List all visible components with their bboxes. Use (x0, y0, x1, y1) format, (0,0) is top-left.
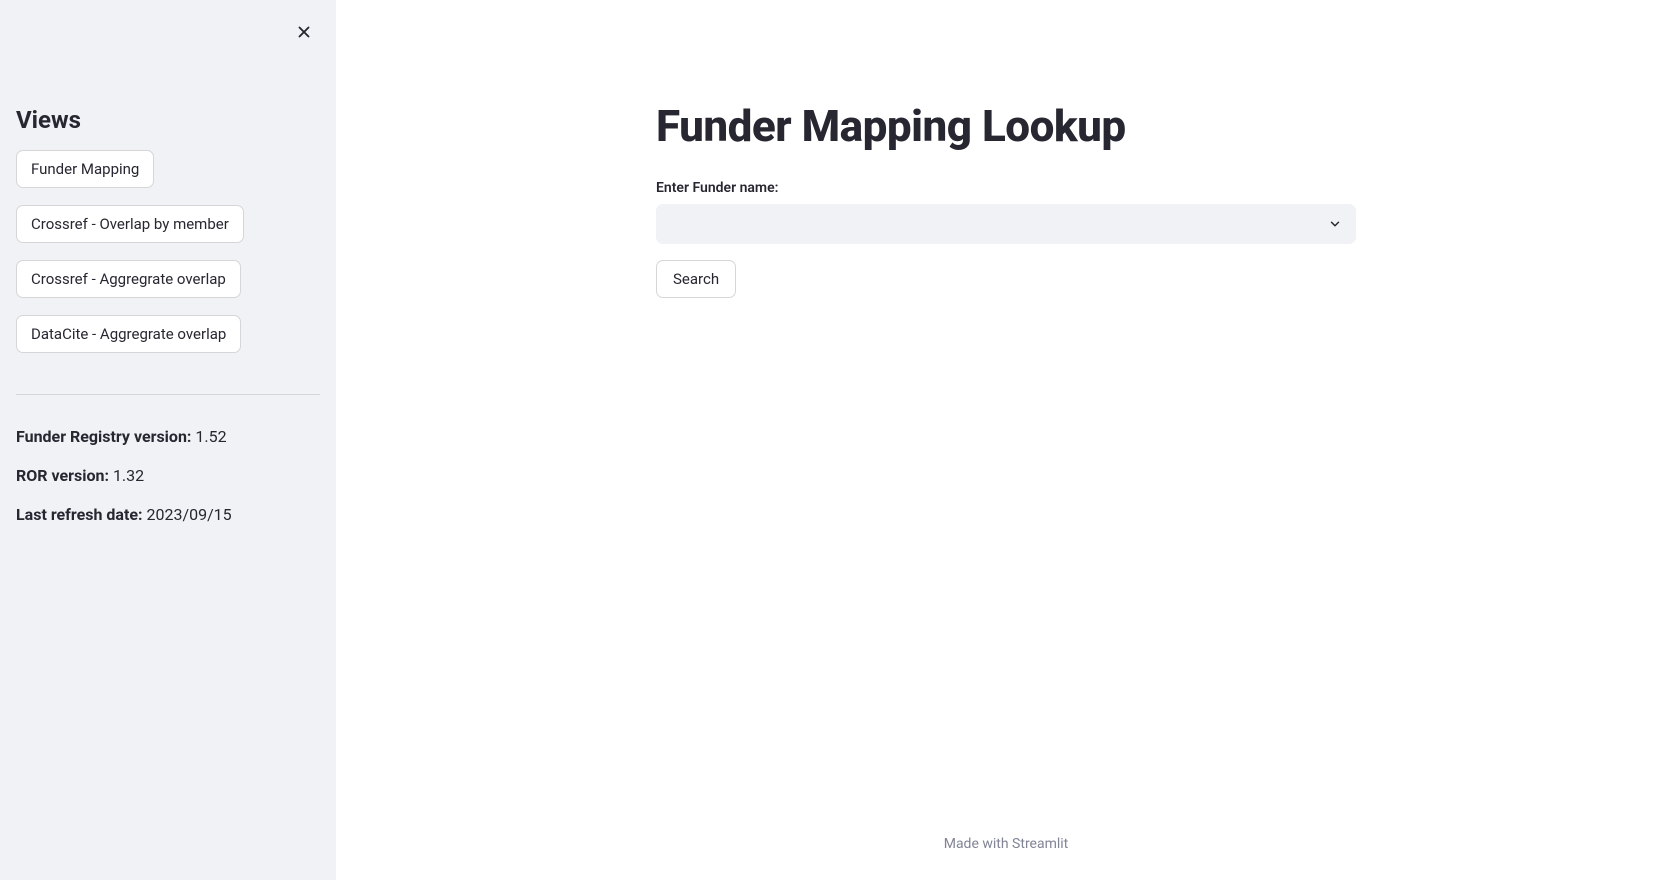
footer-prefix: Made with (944, 836, 1012, 852)
funder-name-label: Enter Funder name: (656, 180, 1356, 196)
funder-registry-version: Funder Registry version: 1.52 (16, 427, 320, 446)
ror-label: ROR version: (16, 466, 109, 485)
refresh-value: 2023/09/15 (143, 505, 232, 524)
sidebar-divider (16, 394, 320, 395)
funder-registry-value: 1.52 (191, 427, 226, 446)
view-button-crossref-member[interactable]: Crossref - Overlap by member (16, 205, 244, 243)
view-button-datacite-aggregate[interactable]: DataCite - Aggregrate overlap (16, 315, 241, 353)
ror-value: 1.32 (109, 466, 144, 485)
footer: Made with Streamlit (336, 820, 1676, 880)
page-title: Funder Mapping Lookup (656, 100, 1356, 152)
sidebar: Views Funder Mapping Crossref - Overlap … (0, 0, 336, 880)
funder-select-wrapper (656, 204, 1356, 244)
main-inner: Funder Mapping Lookup Enter Funder name:… (596, 0, 1416, 820)
refresh-label: Last refresh date: (16, 505, 143, 524)
view-button-funder-mapping[interactable]: Funder Mapping (16, 150, 154, 188)
streamlit-link[interactable]: Streamlit (1012, 836, 1068, 852)
sidebar-content: Views Funder Mapping Crossref - Overlap … (16, 106, 320, 524)
funder-name-select[interactable] (656, 204, 1356, 244)
view-button-crossref-aggregate[interactable]: Crossref - Aggregrate overlap (16, 260, 241, 298)
close-icon (295, 23, 313, 41)
last-refresh-date: Last refresh date: 2023/09/15 (16, 505, 320, 524)
views-heading: Views (16, 106, 320, 134)
main-content: Funder Mapping Lookup Enter Funder name:… (336, 0, 1676, 880)
ror-version: ROR version: 1.32 (16, 466, 320, 485)
search-button[interactable]: Search (656, 260, 736, 298)
close-sidebar-button[interactable] (288, 16, 320, 48)
funder-registry-label: Funder Registry version: (16, 427, 191, 446)
